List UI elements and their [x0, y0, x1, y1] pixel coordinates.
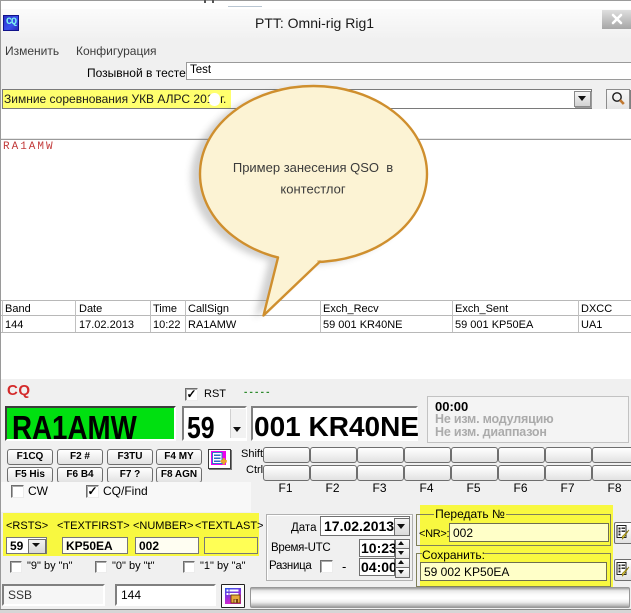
svg-text:контестлог: контестлог: [280, 182, 345, 197]
svg-text:Пример занесения QSO в: Пример занесения QSO в: [233, 160, 393, 175]
